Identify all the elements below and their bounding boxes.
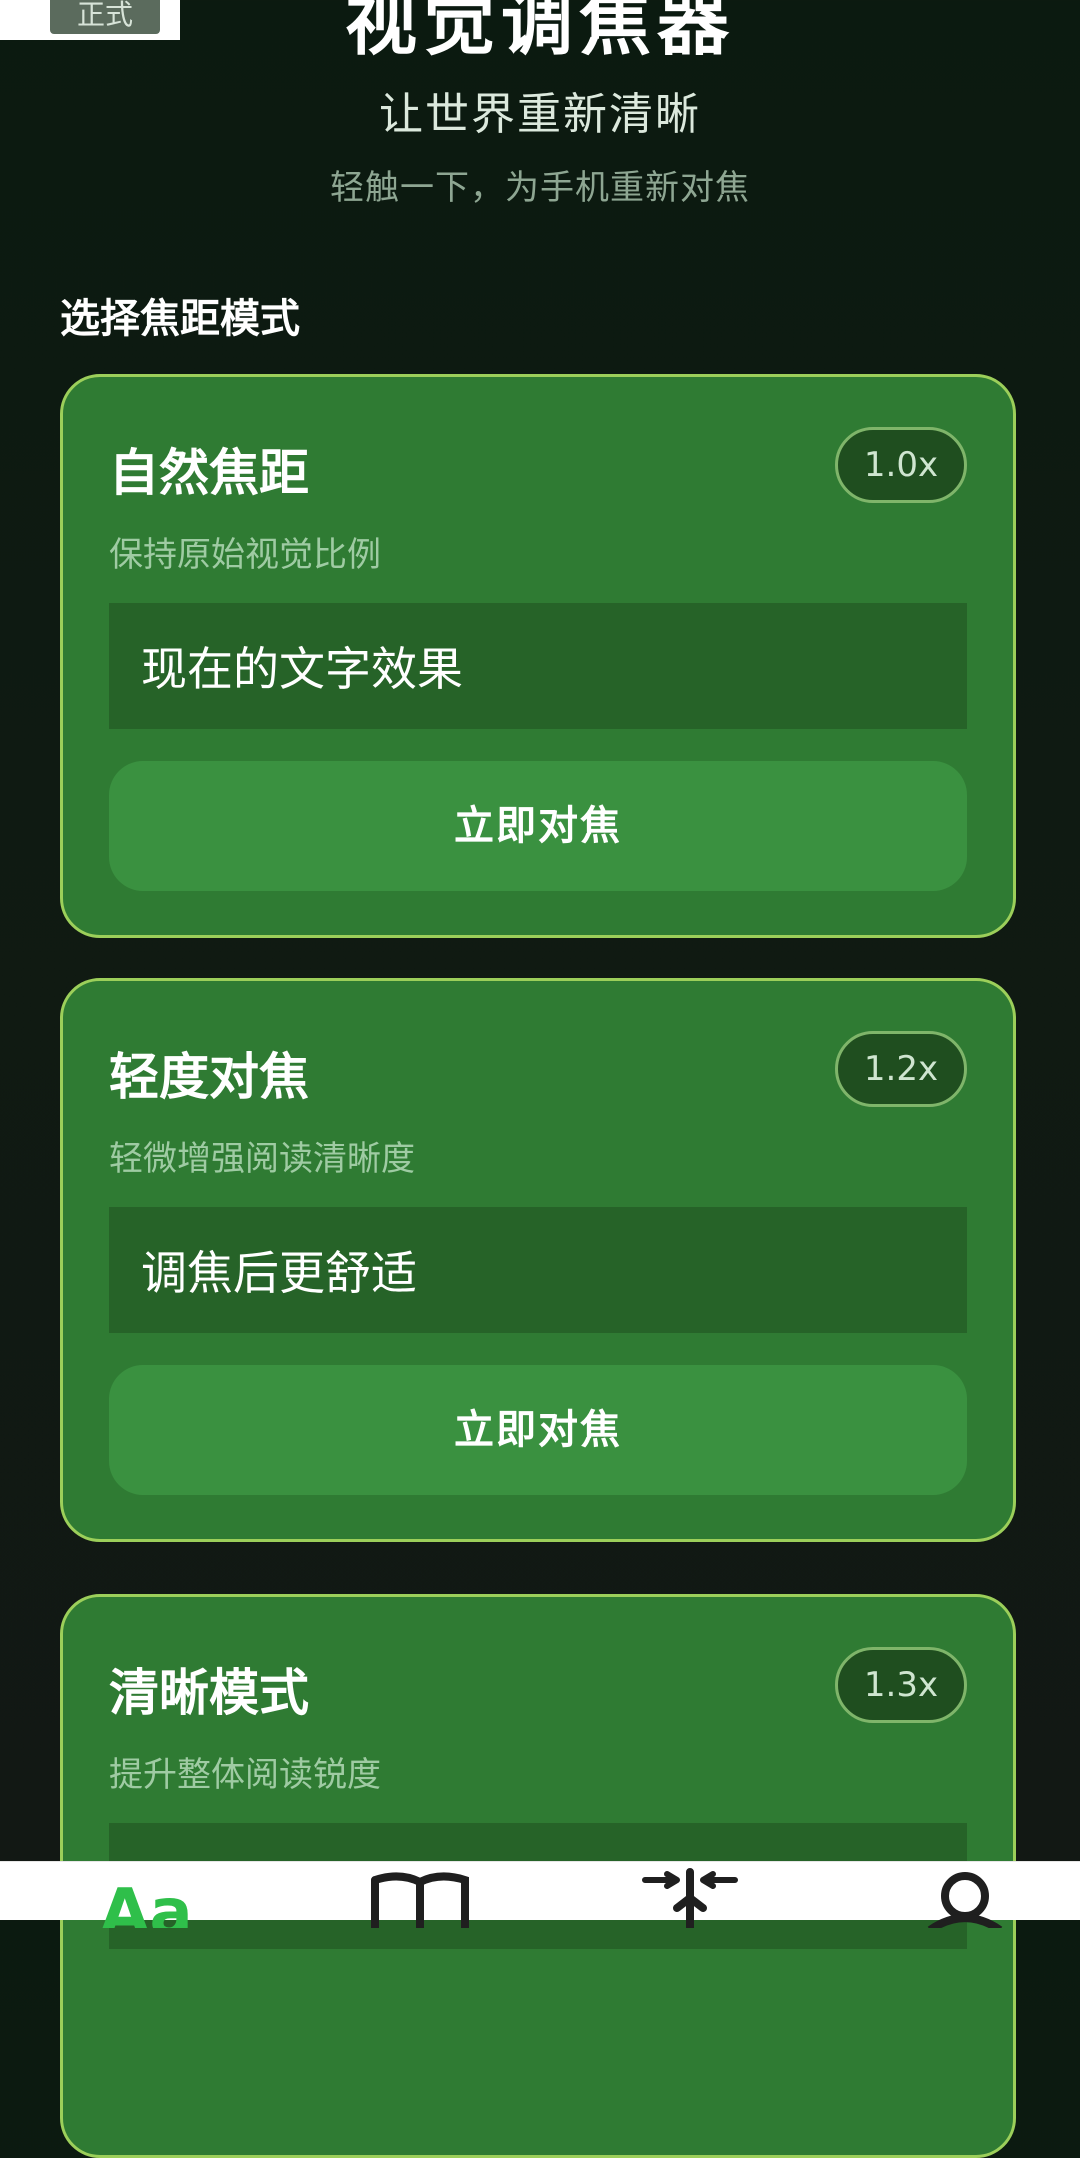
- section-title: 选择焦距模式: [60, 296, 300, 342]
- app-subtitle: 让世界重新清晰: [379, 89, 701, 140]
- card-title: 轻度对焦: [109, 1048, 309, 1106]
- preview-box: 现在的文字效果: [109, 603, 967, 729]
- nav-item-library[interactable]: [345, 1862, 469, 1928]
- preview-text: 现在的文字效果: [141, 642, 463, 696]
- nav-item-label: Aa: [100, 1876, 193, 1928]
- focus-mode-card-light[interactable]: 轻度对焦 1.2x 轻微增强阅读清晰度 调焦后更舒适 立即对焦: [60, 978, 1016, 1542]
- app-title: 视觉调焦器: [344, 0, 735, 65]
- card-title: 自然焦距: [109, 444, 309, 502]
- focus-mode-card-natural[interactable]: 自然焦距 1.0x 保持原始视觉比例 现在的文字效果 立即对焦: [60, 374, 1016, 938]
- card-description: 轻微增强阅读清晰度: [109, 1139, 415, 1179]
- zoom-badge: 1.0x: [835, 427, 967, 503]
- zoom-badge: 1.2x: [835, 1031, 967, 1107]
- preview-box: 调焦后更舒适: [109, 1207, 967, 1333]
- zoom-badge: 1.3x: [835, 1647, 967, 1723]
- book-icon: [371, 1872, 469, 1928]
- font-size-icon: Aa: [100, 1876, 193, 1928]
- preview-text: 调焦后更舒适: [141, 1246, 417, 1300]
- user-icon: [927, 1872, 1003, 1928]
- bottom-navigation: Aa: [0, 1861, 1080, 1928]
- focus-now-button[interactable]: 立即对焦: [109, 761, 967, 891]
- card-description: 保持原始视觉比例: [109, 535, 381, 575]
- nav-item-font-size[interactable]: Aa: [70, 1862, 193, 1928]
- nav-item-focus[interactable]: [615, 1862, 738, 1928]
- app-hint: 轻触一下，为手机重新对焦: [330, 168, 750, 208]
- focus-now-button[interactable]: 立即对焦: [109, 1365, 967, 1495]
- card-title: 清晰模式: [109, 1664, 309, 1722]
- nav-item-profile[interactable]: [890, 1862, 1010, 1928]
- compress-arrows-icon: [642, 1868, 738, 1928]
- card-description: 提升整体阅读锐度: [109, 1755, 381, 1795]
